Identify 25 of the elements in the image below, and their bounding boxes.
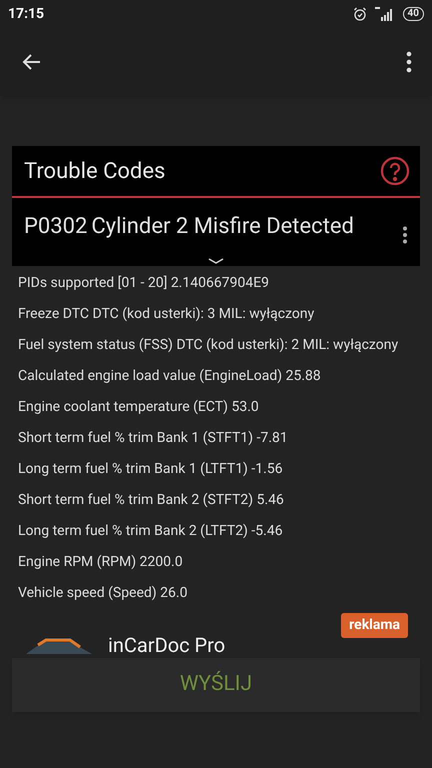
signal-icon [374,7,395,21]
reading-row-text: Long term fuel % trim Bank 1 (LTFT1) -1.56 [18,460,284,479]
more-options-icon[interactable] [402,226,408,244]
reading-row-text: Short term fuel % trim Bank 1 (STFT1) -7.81 [18,429,289,448]
reading-row-text: Long term fuel % trim Bank 2 (LTFT2) -5.46 [18,522,284,541]
reading-row-text: Engine RPM (RPM) 2200.0 [18,553,184,572]
reading-row-text: Short term fuel % trim Bank 2 (STFT2) 5.46 [18,491,285,510]
battery-level: 40 [402,7,424,21]
reading-row-text: Vehicle speed (Speed) 26.0 [18,584,188,603]
more-options-icon[interactable] [406,51,412,73]
car-logo-icon [24,636,94,654]
ad-title[interactable]: inCarDoc Pro [108,634,226,656]
reading-row-text: Fuel system status (FSS) DTC (kod usterki): 2 MIL: wyłączony [18,336,400,355]
status-time: 17:15 [8,4,44,24]
reading-row-text: Calculated engine load value (EngineLoad) 25.88 [18,367,322,386]
reading-row-text: Freeze DTC DTC (kod usterki): 3 MIL: wyłączony [18,305,316,324]
help-icon[interactable] [380,156,410,186]
alarm-icon [352,7,367,21]
reading-row-text: PIDs supported [01 - 20] 2.140667904E9 [18,274,270,293]
send-button[interactable]: WYŚLIJ [12,658,420,712]
trouble-code-text: P0302 Cylinder 2 Misfire Detected [24,213,354,241]
reading-row-text: Engine coolant temperature (ECT) 53.0 [18,398,260,417]
expand-chevron-icon[interactable] [208,258,224,264]
ad-badge: reklama [341,613,408,638]
card-title: Trouble Codes [24,158,166,186]
